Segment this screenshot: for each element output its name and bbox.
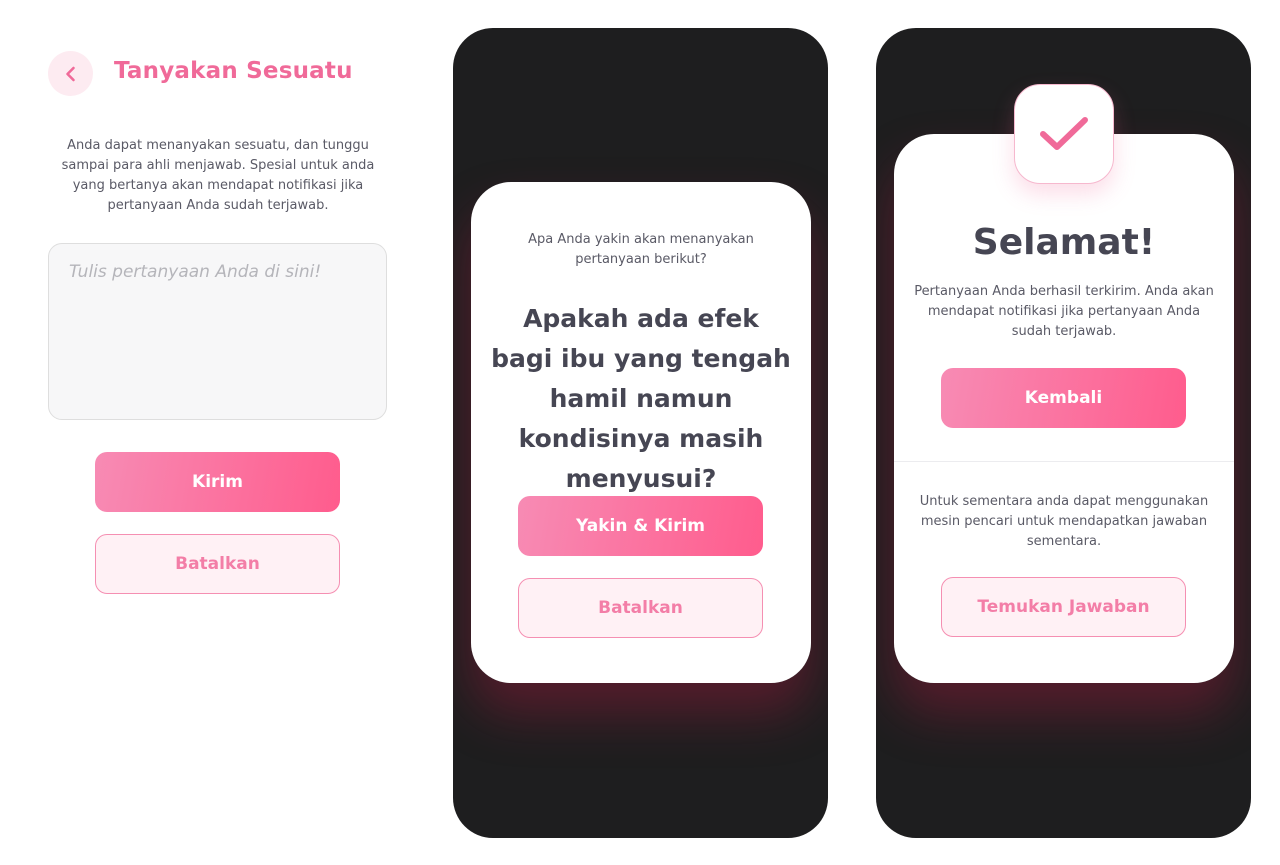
success-badge bbox=[1014, 84, 1114, 184]
search-suggestion-text: Untuk sementara anda dapat menggunakan m… bbox=[919, 494, 1209, 549]
question-preview: Apakah ada efek bagi ibu yang tengah ham… bbox=[491, 304, 791, 493]
cancel-button[interactable]: Batalkan bbox=[95, 534, 340, 594]
success-message: Pertanyaan Anda berhasil terkirim. Anda … bbox=[914, 284, 1214, 339]
success-dialog: Selamat! Pertanyaan Anda berhasil terkir… bbox=[894, 134, 1234, 683]
confirm-send-button[interactable]: Yakin & Kirim bbox=[518, 496, 763, 556]
checkmark-icon bbox=[1040, 117, 1088, 150]
confirm-cancel-button[interactable]: Batalkan bbox=[518, 578, 763, 638]
question-input-box bbox=[48, 243, 387, 420]
divider bbox=[894, 461, 1234, 462]
back-button[interactable] bbox=[48, 51, 93, 96]
confirm-prompt: Apa Anda yakin akan menanyakan pertanyaa… bbox=[528, 232, 754, 267]
confirm-dialog: Apa Anda yakin akan menanyakan pertanyaa… bbox=[471, 182, 811, 683]
success-title: Selamat! bbox=[972, 222, 1156, 263]
page-title: Tanyakan Sesuatu bbox=[114, 58, 353, 84]
submit-button[interactable]: Kirim bbox=[95, 452, 340, 512]
page-description: Anda dapat menanyakan sesuatu, dan tungg… bbox=[61, 138, 375, 213]
find-answer-button[interactable]: Temukan Jawaban bbox=[941, 577, 1186, 637]
success-screen: Selamat! Pertanyaan Anda berhasil terkir… bbox=[876, 28, 1251, 838]
back-to-home-button[interactable]: Kembali bbox=[941, 368, 1186, 428]
confirm-screen: Apa Anda yakin akan menanyakan pertanyaa… bbox=[453, 28, 828, 838]
chevron-left-icon bbox=[65, 66, 75, 81]
question-input[interactable] bbox=[69, 262, 366, 401]
ask-question-screen: Tanyakan Sesuatu Anda dapat menanyakan s… bbox=[0, 0, 435, 865]
